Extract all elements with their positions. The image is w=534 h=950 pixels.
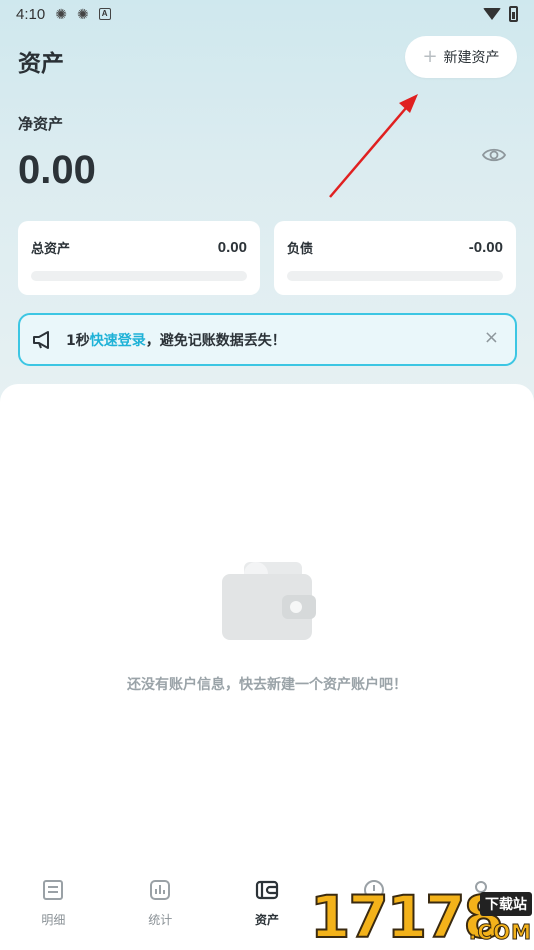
empty-wallet-icon bbox=[222, 562, 316, 640]
battery-icon bbox=[509, 6, 518, 22]
net-assets-value: 0.00 bbox=[18, 148, 96, 192]
tab-assets[interactable]: 资产 bbox=[214, 866, 321, 950]
sync-icon: ✺ bbox=[55, 5, 67, 22]
quick-login-link[interactable]: 快速登录 bbox=[90, 333, 146, 349]
tab-assets-label: 资产 bbox=[254, 913, 279, 927]
liability-value: -0.00 bbox=[468, 239, 503, 256]
site-watermark: 17178 下载站 .COM bbox=[309, 883, 534, 950]
notification-icon: A bbox=[98, 8, 111, 20]
notice-prefix: 1秒 bbox=[66, 332, 90, 349]
plus-icon: + bbox=[422, 46, 438, 67]
watermark-tag: 下载站 bbox=[480, 892, 532, 916]
eye-icon[interactable] bbox=[482, 145, 506, 165]
new-asset-button[interactable]: + 新建资产 bbox=[405, 36, 517, 78]
notice-text: 1秒快速登录，避免记账数据丢失！ bbox=[66, 330, 286, 350]
liability-label: 负债 bbox=[287, 242, 314, 257]
tab-statistics[interactable]: 统计 bbox=[107, 866, 214, 950]
notice-suffix: ，避免记账数据丢失！ bbox=[145, 332, 286, 349]
new-asset-label: 新建资产 bbox=[443, 50, 500, 66]
total-assets-label: 总资产 bbox=[31, 242, 71, 257]
tab-detail-label: 明细 bbox=[41, 913, 66, 927]
liability-card[interactable]: 负债 -0.00 bbox=[274, 221, 516, 295]
status-time: 4:10 bbox=[16, 5, 46, 23]
megaphone-icon bbox=[33, 330, 49, 349]
detail-icon bbox=[43, 880, 64, 900]
total-assets-card[interactable]: 总资产 0.00 bbox=[18, 221, 260, 295]
watermark-domain: .COM bbox=[468, 920, 532, 945]
status-bar: 4:10 ✺ ✺ A bbox=[0, 0, 534, 28]
wifi-icon bbox=[483, 8, 501, 20]
page-title: 资产 bbox=[18, 51, 64, 77]
sync-icon-2: ✺ bbox=[76, 5, 89, 22]
login-notice[interactable]: 1秒快速登录，避免记账数据丢失！ × bbox=[18, 313, 517, 366]
tab-statistics-label: 统计 bbox=[148, 913, 173, 927]
net-assets-label: 净资产 bbox=[18, 115, 64, 133]
total-assets-bar bbox=[31, 271, 247, 281]
liability-bar bbox=[287, 271, 503, 281]
close-icon[interactable]: × bbox=[484, 329, 499, 347]
empty-state-text: 还没有账户信息，快去新建一个资产账户吧！ bbox=[127, 677, 407, 693]
chart-icon bbox=[150, 880, 171, 900]
wallet-tab-icon bbox=[255, 880, 279, 900]
total-assets-value: 0.00 bbox=[217, 239, 247, 256]
tab-detail[interactable]: 明细 bbox=[0, 866, 107, 950]
